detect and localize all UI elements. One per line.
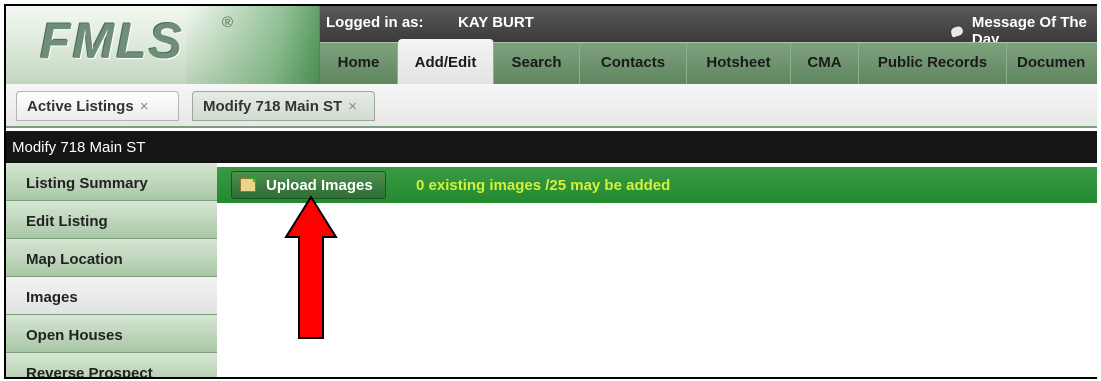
logged-in-label: Logged in as: (326, 14, 424, 31)
doc-tab-modify-listing[interactable]: Modify 718 Main ST × (192, 91, 375, 121)
tab-add-edit[interactable]: Add/Edit (398, 39, 494, 85)
sidebar: Listing Summary Edit Listing Map Locatio… (6, 163, 217, 377)
upload-images-label: Upload Images (266, 176, 373, 194)
tab-documents[interactable]: Documen (1007, 43, 1097, 85)
doc-tab-label: Active Listings (27, 97, 134, 115)
sidebar-item-open-houses[interactable]: Open Houses (6, 315, 217, 353)
app-header: FMLS ® Logged in as: KAY BURT Message Of… (6, 6, 1097, 85)
annotation-arrow-icon (284, 195, 338, 339)
logo-text: FMLS (40, 13, 185, 69)
doc-tab-active-listings[interactable]: Active Listings × (16, 91, 179, 121)
upload-image-icon (240, 171, 258, 192)
app-window: FMLS ® Logged in as: KAY BURT Message Of… (4, 4, 1097, 379)
images-panel: Upload Images 0 existing images /25 may … (217, 163, 1097, 377)
sidebar-item-map-location[interactable]: Map Location (6, 239, 217, 277)
doc-tab-label: Modify 718 Main ST (203, 97, 343, 115)
tab-hotsheet[interactable]: Hotsheet (687, 43, 791, 85)
upload-toolbar: Upload Images 0 existing images /25 may … (217, 167, 1097, 203)
brand-logo[interactable]: FMLS ® (6, 6, 336, 84)
document-tab-strip: Active Listings × Modify 718 Main ST × (6, 84, 1097, 128)
tab-public-records[interactable]: Public Records (859, 43, 1007, 85)
tab-contacts[interactable]: Contacts (580, 43, 687, 85)
close-icon[interactable]: × (348, 98, 357, 115)
main-nav: Home Add/Edit Search Contacts Hotsheet C… (320, 39, 1097, 85)
sidebar-item-reverse-prospect[interactable]: Reverse Prospect (6, 353, 217, 377)
close-icon[interactable]: × (140, 98, 149, 115)
user-bar: Logged in as: KAY BURT Message Of The Da… (320, 6, 1097, 48)
tab-cma[interactable]: CMA (791, 43, 859, 85)
page-title: Modify 718 Main ST (6, 131, 1097, 163)
registered-mark: ® (222, 14, 234, 31)
tab-home[interactable]: Home (320, 43, 398, 85)
speech-bubble-icon (950, 24, 964, 38)
sidebar-item-edit-listing[interactable]: Edit Listing (6, 201, 217, 239)
user-name: KAY BURT (458, 14, 534, 31)
sidebar-item-listing-summary[interactable]: Listing Summary (6, 163, 217, 201)
tab-search[interactable]: Search (494, 43, 580, 85)
sidebar-item-images[interactable]: Images (6, 277, 217, 315)
image-count-status: 0 existing images /25 may be added (416, 177, 671, 194)
